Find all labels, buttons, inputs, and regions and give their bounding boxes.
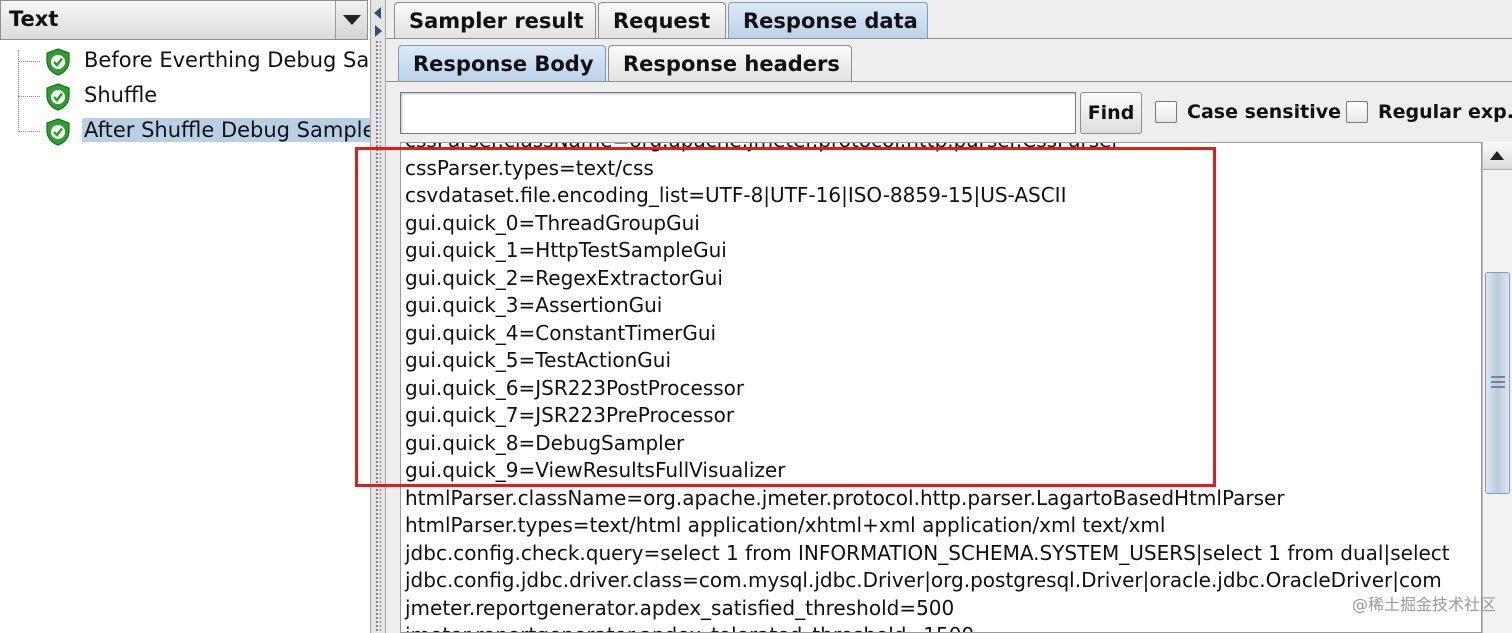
tree-connector	[18, 61, 40, 62]
chevron-down-icon[interactable]	[335, 1, 367, 39]
response-line: gui.quick_6=JSR223PostProcessor	[405, 375, 745, 400]
tab-request[interactable]: Request	[598, 2, 726, 38]
response-line: jdbc.config.jdbc.driver.class=com.mysql.…	[405, 568, 1442, 592]
response-line: cssParser.types=text/css	[405, 155, 654, 180]
search-input[interactable]	[400, 92, 1076, 134]
response-line: gui.quick_9=ViewResultsFullVisualizer	[405, 458, 786, 482]
response-line: gui.quick_0=ThreadGroupGui	[405, 210, 700, 235]
tree-node-selected[interactable]: After Shuffle Debug Sample	[0, 114, 378, 149]
results-tree-panel: Text Before Everthing Debug Sa Shuffle A…	[0, 0, 378, 633]
response-line: htmlParser.types=text/html application/x…	[405, 513, 1166, 537]
scrollbar-thumb[interactable]	[1485, 272, 1510, 494]
divider-grip[interactable]	[375, 40, 381, 633]
renderer-select-value: Text	[9, 7, 59, 31]
watermark: @稀土掘金技术社区	[1351, 595, 1496, 614]
vertical-scrollbar[interactable]	[1482, 142, 1512, 633]
collapse-left-icon[interactable]	[374, 4, 382, 23]
checkbox-box[interactable]	[1346, 101, 1368, 123]
tree-connector	[18, 96, 40, 97]
response-line: gui.quick_5=TestActionGui	[405, 348, 672, 372]
subtab-strip-border	[386, 81, 1512, 82]
response-line: gui.quick_7=JSR223PreProcessor	[405, 403, 735, 427]
tab-strip-border	[386, 38, 1512, 39]
expand-right-icon[interactable]	[374, 22, 382, 41]
find-button[interactable]: Find	[1080, 92, 1142, 134]
tree-node-label: Shuffle	[84, 83, 158, 107]
tree-node-label: Before Everthing Debug Sa	[84, 48, 370, 72]
tab-response-body[interactable]: Response Body	[398, 45, 606, 81]
tree-node[interactable]: Shuffle	[0, 79, 368, 114]
response-line: gui.quick_3=AssertionGui	[405, 293, 663, 317]
response-line: htmlParser.className=org.apache.jmeter.p…	[405, 485, 1285, 510]
success-shield-icon	[44, 83, 72, 111]
results-tree: Before Everthing Debug Sa Shuffle After …	[0, 44, 378, 149]
case-sensitive-label: Case sensitive	[1187, 101, 1341, 123]
tree-node-label: After Shuffle Debug Sample	[82, 118, 378, 142]
success-shield-icon	[44, 118, 72, 146]
tab-sampler-result[interactable]: Sampler result	[394, 2, 596, 38]
thumb-grip-icon	[1491, 376, 1505, 388]
result-details-panel: Sampler result Request Response data Res…	[386, 0, 1512, 633]
tree-node[interactable]: Before Everthing Debug Sa	[0, 44, 370, 79]
response-body-textarea[interactable]: cssParser.className=org.apache.jmeter.pr…	[400, 142, 1482, 633]
response-line: gui.quick_1=HttpTestSampleGui	[405, 238, 727, 262]
tab-response-data[interactable]: Response data	[728, 2, 928, 38]
response-line: jmeter.reportgenerator.apdex_tolerated_t…	[405, 622, 1450, 632]
tree-connector	[18, 131, 40, 132]
response-line: gui.quick_8=DebugSampler	[405, 430, 685, 455]
response-line: jdbc.config.check.query=select 1 from IN…	[405, 540, 1450, 565]
tab-response-headers[interactable]: Response headers	[608, 45, 852, 81]
response-line: csvdataset.file.encoding_list=UTF-8|UTF-…	[405, 183, 1067, 207]
response-line: gui.quick_2=RegexExtractorGui	[405, 265, 723, 290]
response-line: jmeter.reportgenerator.apdex_satisfied_t…	[405, 595, 955, 620]
checkbox-box[interactable]	[1155, 101, 1177, 123]
regex-label: Regular exp.	[1378, 101, 1512, 123]
response-body-lines: cssParser.className=org.apache.jmeter.pr…	[405, 143, 1450, 632]
success-shield-icon	[44, 48, 72, 76]
response-line: gui.quick_4=ConstantTimerGui	[405, 320, 717, 345]
renderer-select[interactable]: Text	[0, 0, 368, 40]
split-pane-divider[interactable]	[370, 0, 386, 633]
response-line: cssParser.className=org.apache.jmeter.pr…	[405, 143, 1450, 155]
scroll-up-button[interactable]	[1483, 142, 1512, 170]
